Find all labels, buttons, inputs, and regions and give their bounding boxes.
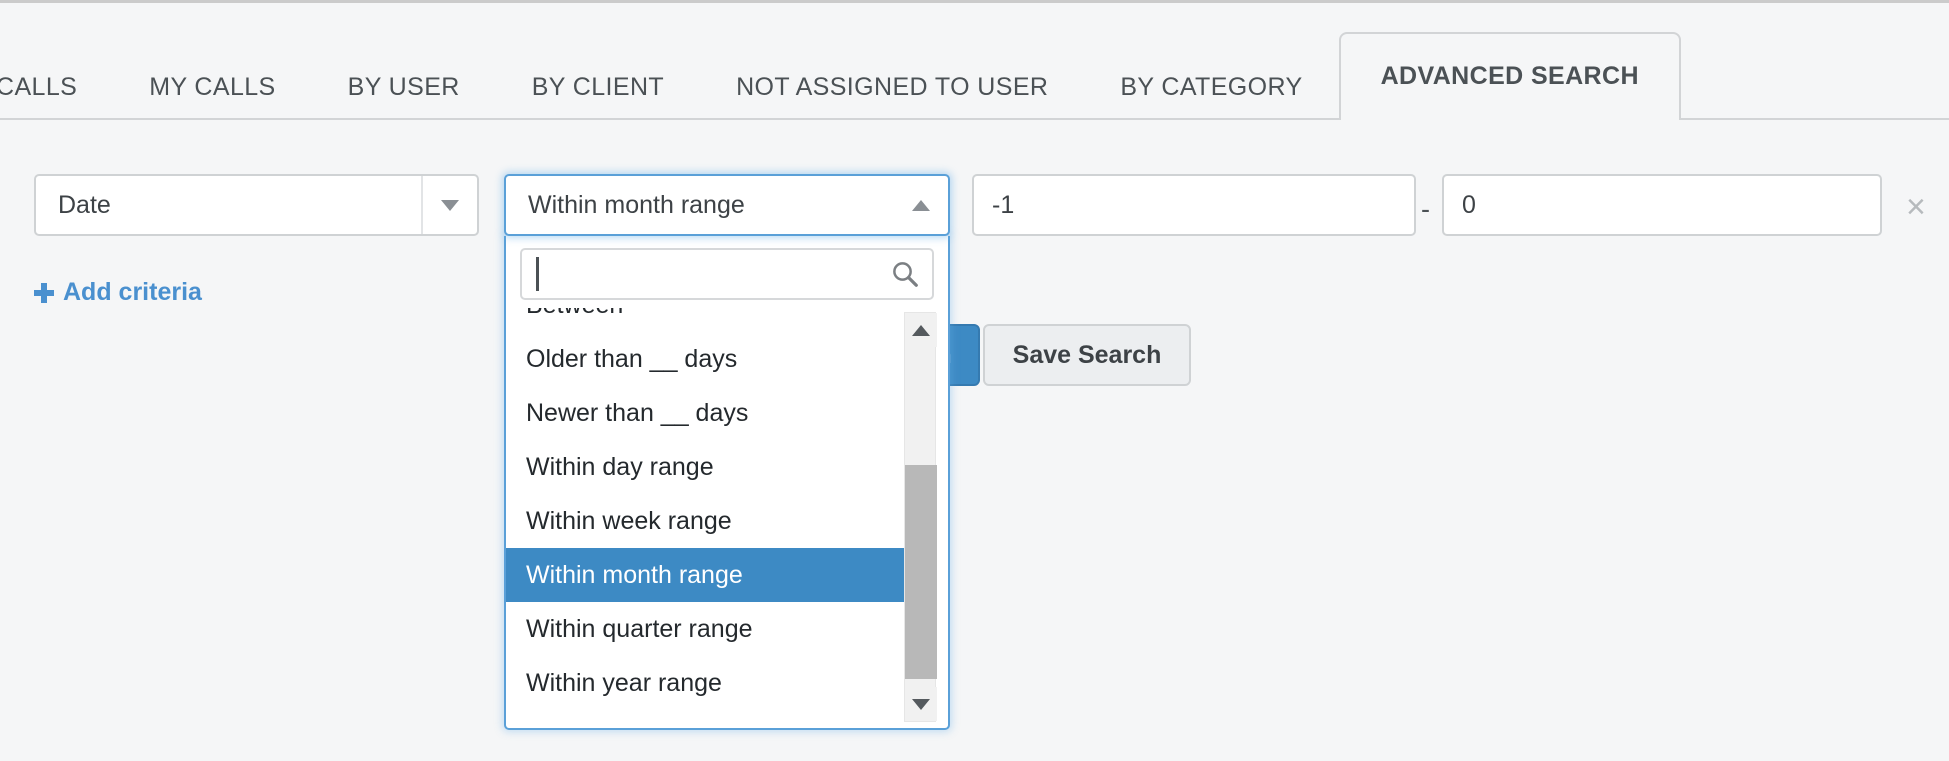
scroll-up-arrow-icon[interactable] [905,313,937,347]
tab-list: CALLS MY CALLS BY USER BY CLIENT NOT ASSIGNE… [0,32,1681,120]
dropdown-option-label: Newer than __ days [526,399,749,427]
tab-label: BY CATEGORY [1120,73,1303,101]
add-criteria-link[interactable]: Add criteria [34,278,202,307]
tab-my-calls[interactable]: MY CALLS [113,56,311,118]
tab-advanced-search[interactable]: ADVANCED SEARCH [1338,32,1681,120]
tab-by-category[interactable]: BY CATEGORY [1084,56,1338,118]
scroll-down-arrow-icon[interactable] [905,687,937,721]
criteria-value-from-text: -1 [992,190,1015,219]
tab-by-client[interactable]: BY CLIENT [496,56,700,118]
dropdown-option[interactable]: Older than __ days [506,332,910,386]
add-criteria-label: Add criteria [63,278,202,306]
tab-calls[interactable]: CALLS [0,56,113,118]
dropdown-search-input[interactable] [520,248,934,300]
dropdown-scrollbar[interactable] [904,312,937,722]
save-search-button[interactable]: Save Search [983,324,1191,386]
criteria-field-value: Date [58,190,111,219]
dropdown-option-label: Within week range [526,507,732,535]
remove-criteria-button[interactable]: × [1906,190,1926,224]
dropdown-option[interactable]: Within week range [506,494,910,548]
dropdown-option-label: Within quarter range [526,615,753,643]
dropdown-search-wrapper [520,248,934,300]
criteria-value-from-input[interactable]: -1 [972,174,1416,236]
criteria-field-select[interactable]: Date [34,174,479,236]
operator-dropdown-panel: Between Older than __ days Newer than __ d… [504,236,950,730]
plus-icon [34,282,54,303]
dropdown-option[interactable]: Within day range [506,440,910,494]
text-caret [536,257,539,291]
tab-label: CALLS [0,73,78,101]
tab-bar: CALLS MY CALLS BY USER BY CLIENT NOT ASSIGNE… [0,32,1949,120]
tab-label: BY CLIENT [531,73,665,101]
criteria-operator-value: Within month range [528,190,745,219]
dropdown-option[interactable]: Within year range [506,656,910,710]
dropdown-option[interactable]: Within quarter range [506,602,910,656]
advanced-search-page: CALLS MY CALLS BY USER BY CLIENT NOT ASSIGNE… [0,0,1949,761]
save-search-button-label: Save Search [1012,340,1162,369]
tab-label: BY USER [347,73,460,101]
chevron-down-icon[interactable] [421,176,477,234]
dropdown-option-label: Older than __ days [526,345,738,373]
criteria-value-to-text: 0 [1462,190,1476,219]
dropdown-option[interactable]: Within month range [506,548,910,602]
tab-label: MY CALLS [149,73,276,101]
range-separator: - [1421,194,1430,224]
tab-not-assigned-to-user[interactable]: NOT ASSIGNED TO USER [700,56,1084,118]
chevron-up-icon [912,199,930,211]
criteria-value-to-input[interactable]: 0 [1442,174,1882,236]
dropdown-option-label: Within month range [526,561,743,589]
tab-label: ADVANCED SEARCH [1380,62,1639,90]
tab-label: NOT ASSIGNED TO USER [736,73,1049,101]
dropdown-option-list: Between Older than __ days Newer than __ d… [506,308,948,726]
criteria-operator-select[interactable]: Within month range [504,174,950,236]
scrollbar-thumb[interactable] [905,465,937,679]
tab-by-user[interactable]: BY USER [312,56,496,118]
top-divider [0,0,1949,3]
criteria-row: Date Within month range -1 0 [0,174,1949,236]
dropdown-option-label: Within year range [526,669,722,697]
dropdown-option-label: Within day range [526,453,714,481]
dropdown-option[interactable]: Newer than __ days [506,386,910,440]
dropdown-option[interactable]: Between [506,308,910,332]
dropdown-option-label: Between [526,308,623,319]
